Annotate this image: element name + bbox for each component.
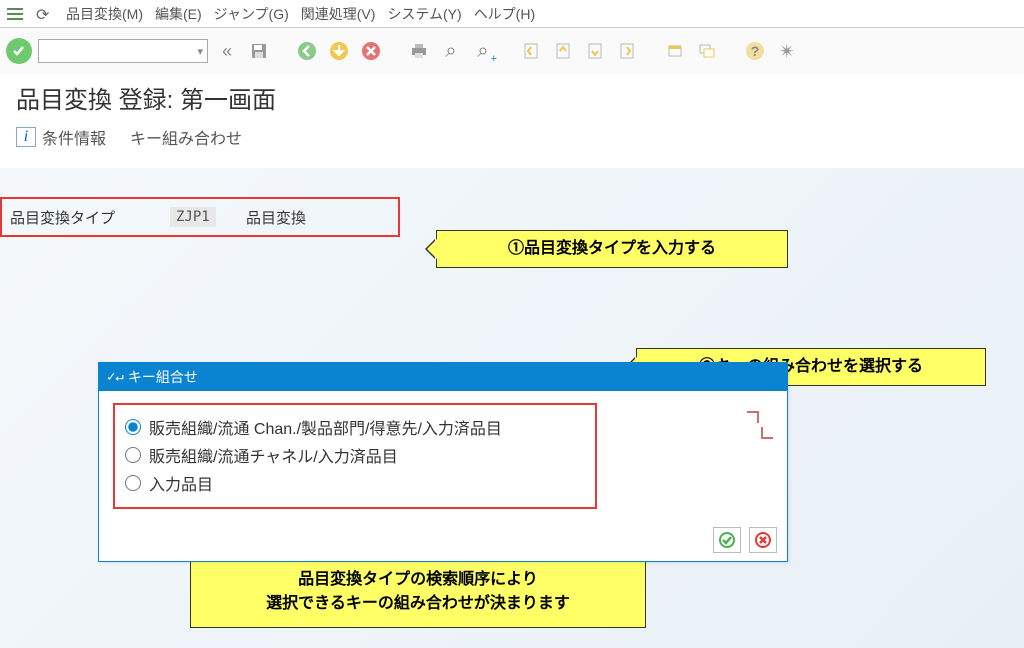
back-nav-icon[interactable] [294, 38, 320, 64]
radio-option-0[interactable]: 販売組織/流通 Chan./製品部門/得意先/入力済品目 [125, 413, 585, 441]
last-page-icon[interactable] [614, 38, 640, 64]
first-page-icon[interactable] [518, 38, 544, 64]
new-session-icon[interactable] [662, 38, 688, 64]
annotation-3: 品目変換タイプの検索順序により 選択できるキーの組み合わせが決まります [190, 556, 646, 628]
info-icon[interactable]: i [16, 127, 36, 147]
toolbar: ▾ « ⌕ ⌕+ ? ✴ [0, 28, 1024, 74]
key-combination-button[interactable]: キー組み合わせ [130, 125, 242, 149]
help-icon[interactable]: ? [742, 38, 768, 64]
material-conversion-type-row: 品目変換タイプ 品目変換 [0, 197, 400, 237]
menu-material-conversion[interactable]: 品目変換(M) [66, 4, 143, 24]
exit-icon[interactable] [326, 38, 352, 64]
menu-related[interactable]: 関連処理(V) [301, 4, 376, 24]
popup-corner-decoration-2 [761, 427, 773, 439]
material-conversion-type-desc: 品目変換 [246, 207, 306, 228]
key-combination-options: 販売組織/流通 Chan./製品部門/得意先/入力済品目 販売組織/流通チャネル… [113, 403, 597, 509]
sub-toolbar: i 条件情報 キー組み合わせ [0, 117, 1024, 157]
radio-input-1[interactable] [125, 447, 141, 463]
enter-button[interactable] [6, 38, 32, 64]
layout-icon[interactable] [694, 38, 720, 64]
menu-system[interactable]: システム(Y) [387, 4, 461, 24]
popup-title-text: キー組合せ [128, 367, 198, 387]
menubar: ⟳ 品目変換(M) 編集(E) ジャンプ(G) 関連処理(V) システム(Y) … [0, 0, 1024, 28]
settings-icon[interactable]: ✴ [774, 38, 800, 64]
popup-title-bar: ✓↵ キー組合せ [99, 363, 787, 391]
cancel-icon[interactable] [358, 38, 384, 64]
flag-icon[interactable]: ⟳ [36, 5, 54, 23]
save-icon[interactable] [246, 38, 272, 64]
popup-corner-decoration [747, 411, 759, 423]
next-page-icon[interactable] [582, 38, 608, 64]
transaction-combo[interactable]: ▾ [38, 39, 208, 63]
page-title: 品目変換 登録: 第一画面 [0, 74, 1024, 117]
sap-popup-icon: ✓↵ [107, 369, 124, 385]
radio-input-0[interactable] [125, 419, 141, 435]
condition-info-button[interactable]: 条件情報 [42, 125, 106, 149]
svg-text:?: ? [751, 43, 760, 59]
chevron-down-icon: ▾ [197, 45, 203, 58]
print-icon[interactable] [406, 38, 432, 64]
radio-input-2[interactable] [125, 475, 141, 491]
sap-menu-icon[interactable] [6, 5, 24, 23]
material-conversion-type-input[interactable] [170, 207, 216, 227]
back-icon[interactable]: « [214, 38, 240, 64]
popup-ok-button[interactable] [713, 527, 741, 553]
popup-cancel-button[interactable] [749, 527, 777, 553]
prev-page-icon[interactable] [550, 38, 576, 64]
menu-jump[interactable]: ジャンプ(G) [214, 4, 289, 24]
material-conversion-type-label: 品目変換タイプ [10, 207, 160, 228]
find-next-icon[interactable]: ⌕+ [470, 38, 496, 64]
find-icon[interactable]: ⌕ [438, 38, 464, 64]
radio-option-1[interactable]: 販売組織/流通チャネル/入力済品目 [125, 441, 585, 469]
radio-option-2[interactable]: 入力品目 [125, 469, 585, 497]
menu-help[interactable]: ヘルプ(H) [474, 4, 535, 24]
key-combination-popup: ✓↵ キー組合せ 販売組織/流通 Chan./製品部門/得意先/入力済品目 販売… [98, 362, 788, 562]
menu-edit[interactable]: 編集(E) [155, 4, 202, 24]
